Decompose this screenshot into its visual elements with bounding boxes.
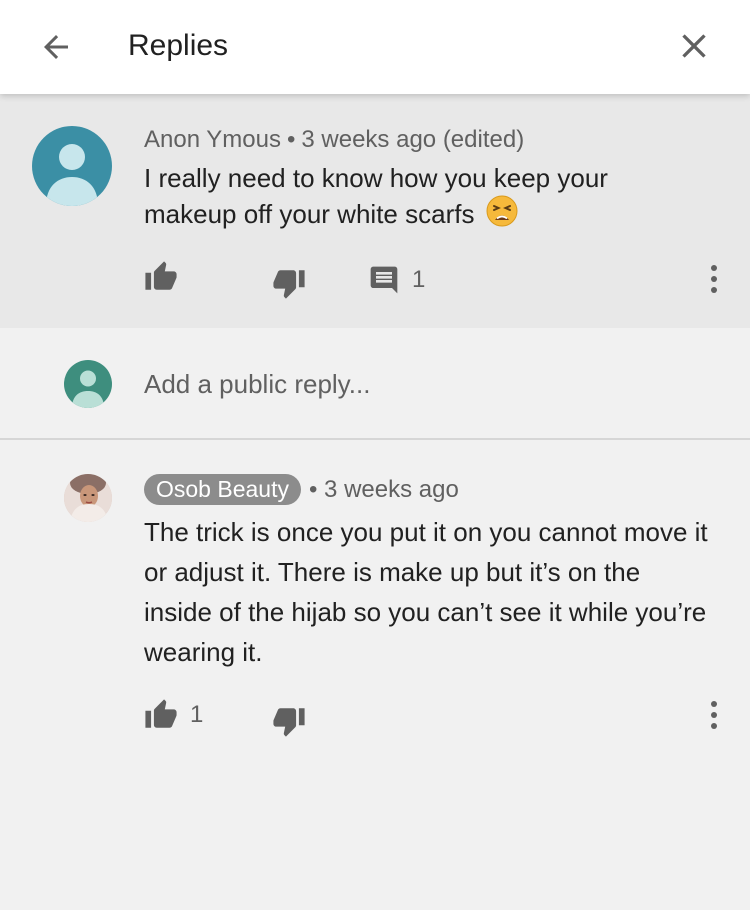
- arrow-back-icon: [44, 35, 68, 59]
- close-icon: [682, 34, 706, 58]
- add-reply-row: [0, 328, 750, 440]
- profile-photo-icon: [64, 474, 112, 522]
- comment-text: I really need to know how you keep your …: [144, 163, 608, 229]
- avatar[interactable]: [32, 126, 112, 206]
- reply-body: The trick is once you put it on you cann…: [144, 517, 708, 667]
- meta-separator: •: [286, 126, 296, 153]
- reply-timestamp: • 3 weeks ago: [309, 475, 459, 505]
- thumb-down-icon: [273, 270, 305, 299]
- comment-icon: [370, 266, 398, 294]
- dislike-button[interactable]: [272, 704, 306, 738]
- comment-author[interactable]: Anon Ymous: [144, 126, 281, 153]
- comment-timestamp: 3 weeks ago (edited): [301, 126, 525, 153]
- page-title: Replies: [128, 29, 229, 62]
- back-button[interactable]: [34, 25, 78, 69]
- comment-body: I really need to know how you keep your …: [144, 162, 704, 235]
- top-app-bar: Replies: [0, 0, 750, 94]
- thumb-up-icon: [145, 699, 177, 728]
- reply-comment: Osob Beauty • 3 weeks ago The trick is o…: [0, 442, 750, 910]
- more-vert-icon: [711, 265, 717, 293]
- thumb-down-icon: [273, 708, 305, 737]
- comment-meta: Anon Ymous • 3 weeks ago (edited): [144, 124, 524, 156]
- like-button[interactable]: 1: [144, 698, 203, 732]
- default-avatar-icon: [46, 144, 98, 206]
- reply-time-text: 3 weeks ago: [324, 475, 459, 503]
- close-button[interactable]: [672, 24, 716, 68]
- like-count: 1: [190, 701, 204, 728]
- more-options-button[interactable]: [699, 259, 729, 299]
- default-avatar-icon: [72, 370, 104, 408]
- meta-separator: •: [308, 475, 318, 503]
- current-user-avatar: [64, 360, 112, 408]
- avatar[interactable]: [64, 474, 112, 522]
- like-button[interactable]: [144, 260, 178, 294]
- creator-badge[interactable]: Osob Beauty: [144, 474, 301, 505]
- thumb-up-icon: [145, 261, 177, 290]
- reply-count: 1: [412, 266, 426, 293]
- replies-button[interactable]: 1: [368, 264, 425, 296]
- more-vert-icon: [711, 701, 717, 729]
- tired-face-emoji-icon: [486, 195, 518, 235]
- parent-comment: Anon Ymous • 3 weeks ago (edited) I really…: [0, 94, 750, 328]
- reply-meta: Osob Beauty • 3 weeks ago: [144, 474, 459, 505]
- public-reply-input[interactable]: [144, 364, 704, 404]
- dislike-button[interactable]: [272, 266, 306, 300]
- more-options-button[interactable]: [699, 695, 729, 735]
